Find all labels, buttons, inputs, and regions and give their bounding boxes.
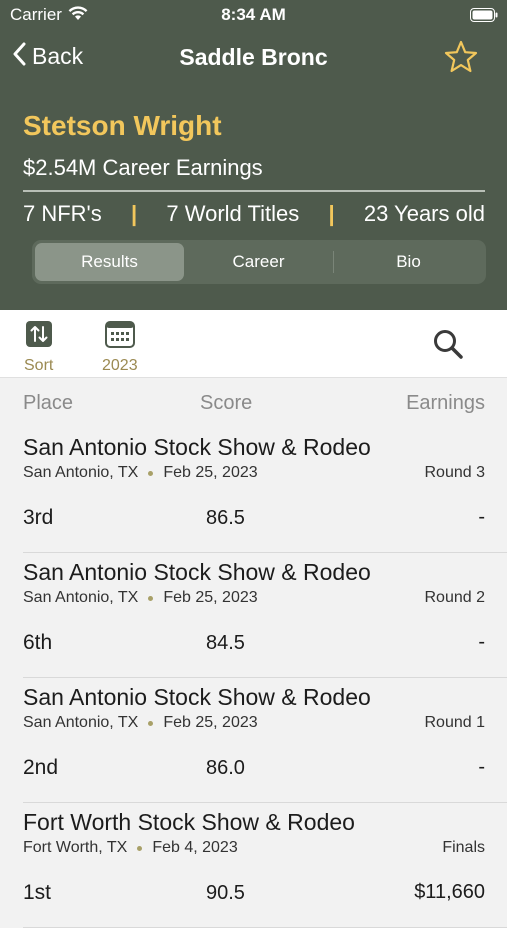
dot-separator	[148, 595, 154, 601]
event-location-date: San Antonio, TX Feb 25, 2023	[23, 589, 258, 607]
event-date: Feb 25, 2023	[163, 464, 258, 481]
search-button[interactable]	[432, 328, 464, 365]
athlete-stats: 7 NFR's | 7 World Titles | 23 Years old	[23, 200, 485, 228]
result-earnings: -	[478, 506, 485, 528]
result-place: 1st	[23, 881, 52, 904]
result-score: 86.5	[206, 507, 245, 529]
sort-label: Sort	[24, 357, 54, 374]
favorite-button[interactable]	[443, 39, 479, 80]
star-icon	[443, 40, 479, 79]
event-location: San Antonio, TX	[23, 464, 139, 481]
world-titles: 7 World Titles	[166, 201, 300, 226]
column-score: Score	[200, 392, 253, 414]
result-place: 6th	[23, 631, 53, 654]
event-name: Fort Worth Stock Show & Rodeo	[23, 809, 355, 835]
event-name: San Antonio Stock Show & Rodeo	[23, 434, 371, 460]
navigation-bar: Back Saddle Bronc	[0, 38, 507, 78]
page-title: Saddle Bronc	[179, 44, 328, 70]
event-date: Feb 4, 2023	[152, 839, 238, 856]
dot-separator	[148, 720, 154, 726]
event-round: Round 3	[424, 464, 486, 481]
event-round: Finals	[442, 839, 485, 856]
column-earnings: Earnings	[406, 392, 485, 414]
year-filter-button[interactable]: 2023	[102, 320, 138, 375]
event-round: Round 1	[424, 714, 486, 731]
result-score: 84.5	[206, 632, 245, 654]
event-round: Round 2	[424, 589, 486, 606]
event-date: Feb 25, 2023	[163, 589, 258, 606]
column-place: Place	[23, 392, 74, 414]
stat-separator: |	[131, 201, 138, 226]
result-score: 90.5	[206, 882, 245, 904]
event-location: San Antonio, TX	[23, 714, 139, 731]
stat-separator: |	[328, 201, 335, 226]
event-name: San Antonio Stock Show & Rodeo	[23, 684, 371, 710]
event-location: San Antonio, TX	[23, 589, 139, 606]
result-score: 86.0	[206, 757, 245, 779]
segmented-control: Results Career Bio	[32, 240, 486, 284]
event-name: San Antonio Stock Show & Rodeo	[23, 559, 371, 585]
tab-bio[interactable]: Bio	[334, 243, 483, 281]
header-divider	[23, 190, 485, 192]
nfr-count: 7 NFR's	[23, 201, 102, 226]
result-row[interactable]: San Antonio Stock Show & Rodeo San Anton…	[23, 678, 507, 803]
athlete-name: Stetson Wright	[23, 110, 222, 141]
dot-separator	[148, 470, 154, 476]
battery-icon	[470, 8, 498, 27]
result-earnings: $11,660	[414, 881, 485, 903]
status-bar: Carrier 8:34 AM	[0, 0, 507, 30]
result-place: 3rd	[23, 506, 54, 529]
sort-icon	[25, 321, 53, 352]
athlete-header: Carrier 8:34 AM Back Saddle Bronc Stetso…	[0, 0, 507, 310]
athlete-age: 23 Years old	[363, 201, 485, 226]
event-location-date: Fort Worth, TX Feb 4, 2023	[23, 839, 238, 857]
event-date: Feb 25, 2023	[163, 714, 258, 731]
result-earnings: -	[478, 631, 485, 653]
event-location-date: San Antonio, TX Feb 25, 2023	[23, 464, 258, 482]
tab-career[interactable]: Career	[184, 243, 333, 281]
results-toolbar: Sort 2023	[0, 310, 507, 378]
results-list: San Antonio Stock Show & Rodeo San Anton…	[0, 428, 507, 928]
result-row[interactable]: Fort Worth Stock Show & Rodeo Fort Worth…	[23, 803, 507, 928]
event-location: Fort Worth, TX	[23, 839, 128, 856]
dot-separator	[137, 845, 143, 851]
sort-button[interactable]: Sort	[24, 320, 53, 375]
year-label: 2023	[102, 357, 138, 374]
result-earnings: -	[478, 756, 485, 778]
column-headers: Place Score Earnings	[0, 378, 507, 428]
career-earnings: $2.54M Career Earnings	[23, 155, 263, 180]
tab-results[interactable]: Results	[35, 243, 184, 281]
event-location-date: San Antonio, TX Feb 25, 2023	[23, 714, 258, 732]
result-place: 2nd	[23, 756, 59, 779]
clock: 8:34 AM	[221, 5, 286, 24]
result-row[interactable]: San Antonio Stock Show & Rodeo San Anton…	[23, 553, 507, 678]
result-row[interactable]: San Antonio Stock Show & Rodeo San Anton…	[23, 428, 507, 553]
calendar-icon	[104, 321, 135, 352]
search-icon	[432, 330, 464, 364]
